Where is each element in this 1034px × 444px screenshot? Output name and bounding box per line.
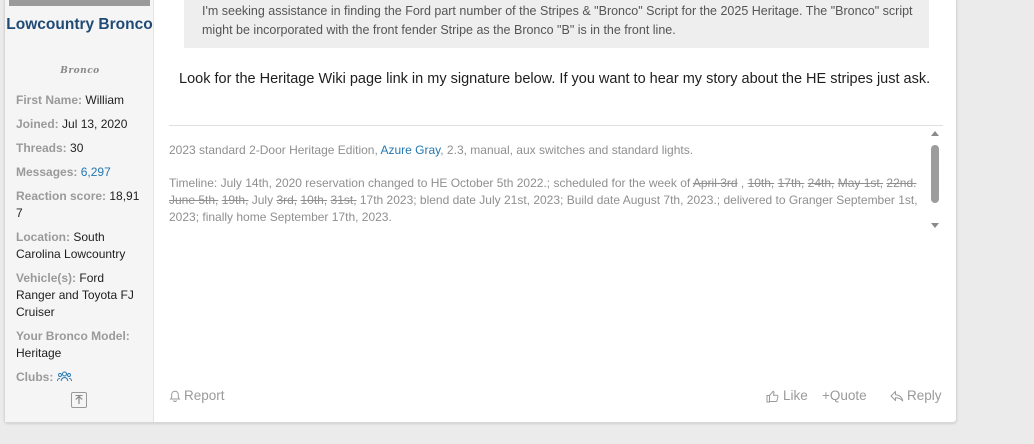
- signature-divider: [169, 125, 943, 126]
- struck-date: May 1st,: [837, 176, 884, 190]
- info-threads: Threads: 30: [16, 141, 84, 155]
- quote-button[interactable]: +Quote: [822, 387, 867, 405]
- timeline-text: July: [248, 193, 277, 207]
- struck-date: April 3rd: [692, 176, 738, 190]
- struck-date: 31st,: [330, 193, 357, 207]
- reply-button[interactable]: Reply: [890, 387, 942, 405]
- report-button[interactable]: Report: [169, 387, 225, 405]
- quote-text: I'm seeking assistance in finding the Fo…: [202, 4, 913, 37]
- like-button[interactable]: Like: [766, 387, 808, 405]
- info-location: Location: South Carolina Lowcountry: [16, 230, 126, 261]
- users-icon[interactable]: [56, 371, 72, 383]
- struck-date: 22nd.: [886, 176, 917, 190]
- user-badge: Bronco: [60, 66, 100, 76]
- info-first-name: First Name: William: [16, 93, 125, 107]
- signature: 2023 standard 2-Door Heritage Edition, A…: [169, 142, 924, 242]
- bell-icon: [169, 390, 181, 402]
- struck-date: 17th,: [777, 176, 805, 190]
- message-body: Look for the Heritage Wiki page link in …: [179, 71, 931, 87]
- scroll-up-button[interactable]: [71, 392, 87, 408]
- info-clubs: Clubs:: [16, 369, 144, 386]
- info-vehicles: Vehicle(s): Ford Ranger and Toyota FJ Cr…: [16, 271, 134, 319]
- signature-scrollbar-thumb[interactable]: [931, 145, 939, 203]
- info-messages: Messages: 6,297: [16, 165, 111, 179]
- threads-link[interactable]: 30: [70, 141, 83, 155]
- signature-line-vehicle: 2023 standard 2-Door Heritage Edition, A…: [169, 143, 694, 157]
- struck-date: 3rd,: [276, 193, 298, 207]
- struck-date: 24th,: [807, 176, 835, 190]
- user-sidebar: Lowcountry Bronco Bronco First Name: Wil…: [5, 0, 154, 422]
- timeline-text: ,: [737, 176, 748, 190]
- info-reaction-score: Reaction score: 18,917: [16, 189, 140, 220]
- info-bronco-model: Your Bronco Model: Heritage: [16, 329, 130, 360]
- arrow-up-icon: [75, 395, 83, 404]
- username-link[interactable]: Lowcountry Bronco: [5, 14, 154, 35]
- signature-line-timeline: Timeline: July 14th, 2020 reservation ch…: [169, 175, 924, 226]
- messages-link[interactable]: 6,297: [81, 165, 111, 179]
- reply-icon: [890, 391, 904, 402]
- user-info: First Name: William Joined: Jul 13, 2020…: [16, 92, 144, 393]
- azure-gray-link[interactable]: Azure Gray: [380, 143, 440, 157]
- struck-date: 10th,: [747, 176, 775, 190]
- struck-date: 19th,: [221, 193, 249, 207]
- avatar[interactable]: [9, 0, 150, 6]
- struck-date: June 5th,: [169, 193, 219, 207]
- timeline-text: Timeline: July 14th, 2020 reservation ch…: [169, 176, 693, 190]
- thumbs-up-icon: [766, 390, 779, 402]
- signature-scroll-up-arrow[interactable]: [931, 131, 939, 136]
- struck-date: 10th,: [300, 193, 328, 207]
- quoted-message: I'm seeking assistance in finding the Fo…: [184, 0, 929, 48]
- signature-scroll-down-arrow[interactable]: [931, 223, 939, 228]
- info-joined: Joined: Jul 13, 2020: [16, 117, 128, 131]
- post-container: Lowcountry Bronco Bronco First Name: Wil…: [4, 0, 957, 423]
